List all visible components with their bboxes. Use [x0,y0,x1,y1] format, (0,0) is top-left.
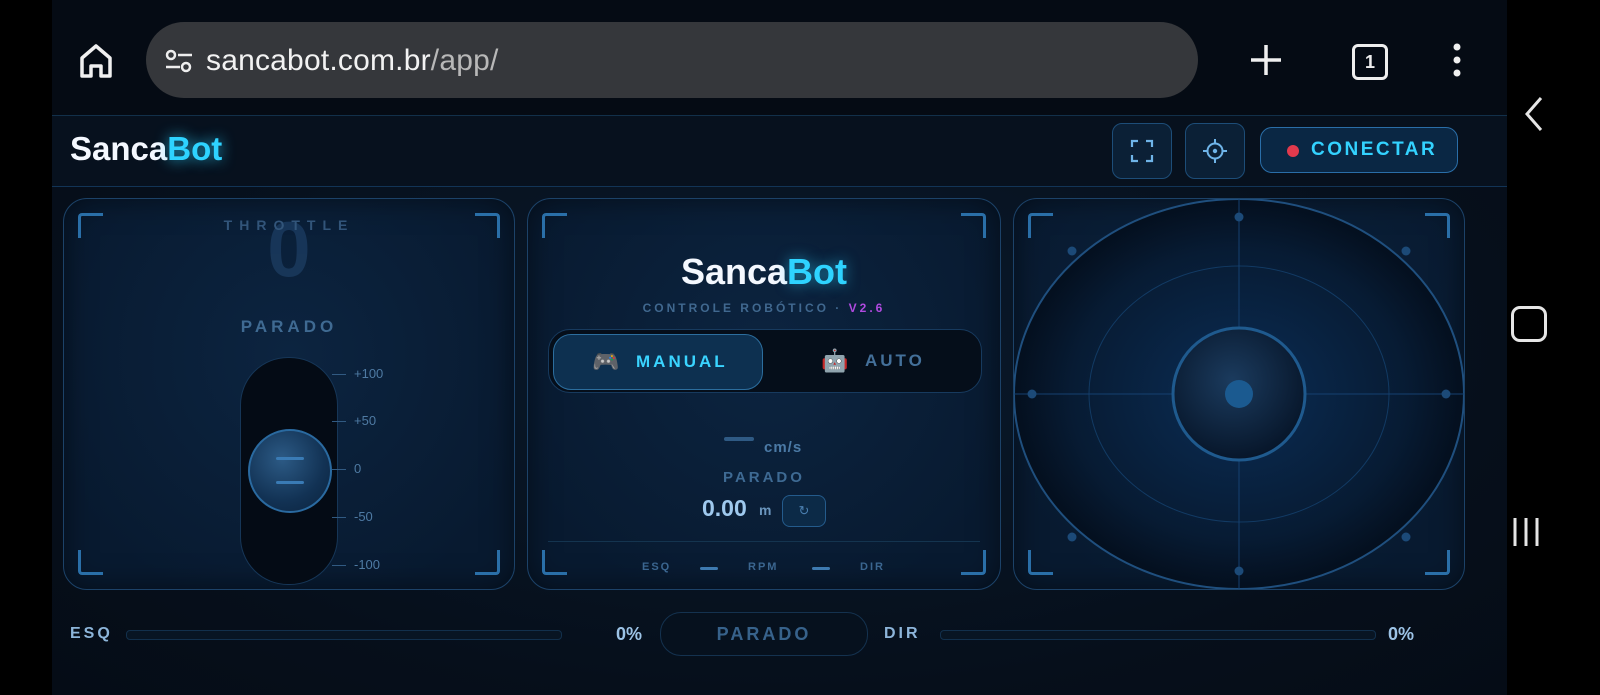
url-domain: sancabot.com.br [206,44,431,77]
site-settings-icon[interactable] [164,46,194,76]
app-root: SancaBot CONECTAR 0 THROTTLE PARADO +100… [52,115,1507,695]
browser-toolbar: sancabot.com.br/app/ 1 [52,0,1507,115]
fullscreen-icon [1130,139,1154,163]
mode-auto-button[interactable]: 🤖 AUTO [769,334,977,388]
connection-status-dot [1287,145,1299,157]
corner-decoration [78,550,103,575]
reset-icon: ↻ [798,503,810,518]
tick-mark [332,421,346,422]
center-logo-main: Sanca [680,251,788,292]
corner-decoration [961,213,986,238]
home-icon[interactable] [74,38,118,82]
speed-value-placeholder [724,437,754,441]
gamepad-icon: 🎮 [592,349,620,374]
crosshair-icon [1203,139,1227,163]
corner-decoration [961,550,986,575]
corner-decoration [1425,550,1450,575]
left-motor-bar [126,630,562,640]
rpm-right-value [812,567,830,570]
subtitle: CONTROLE ROBÓTICO · V2.6 [528,301,1000,315]
tick-label: +100 [354,366,384,381]
address-bar[interactable]: sancabot.com.br/app/ [146,22,1198,98]
speed-unit: cm/s [764,439,803,456]
mode-manual-label: MANUAL [636,352,728,371]
home-nav-icon[interactable] [1511,306,1547,342]
throttle-label: THROTTLE [223,217,355,233]
plus-icon[interactable] [1248,42,1284,78]
tick-label: +50 [354,413,377,428]
throttle-slider-knob[interactable] [248,429,332,513]
knob-grip-line [276,457,304,460]
url-text: sancabot.com.br/app/ [206,44,499,78]
bottom-status-badge: PARADO [660,612,868,656]
tick-mark [332,517,346,518]
corner-decoration [475,550,500,575]
distance-unit: m [759,502,772,518]
throttle-panel: 0 THROTTLE PARADO +100 +50 0 -50 -100 [63,198,515,590]
corner-decoration [1028,213,1053,238]
tick-mark [332,565,346,566]
knob-grip-line [276,481,304,484]
mode-manual-button[interactable]: 🎮 MANUAL [553,334,763,390]
right-motor-bar [940,630,1376,640]
right-motor-label: DIR [884,625,921,642]
version-label: V2.6 [848,301,886,315]
tick-label: -50 [354,509,373,524]
fullscreen-button[interactable] [1112,123,1172,179]
tick-label: 0 [354,461,362,476]
motion-status: PARADO [723,469,805,486]
divider [548,541,980,542]
url-path: /app/ [430,44,499,77]
status-panel: SancaBot CONTROLE ROBÓTICO · V2.6 🎮 MANU… [527,198,1001,590]
joystick-panel[interactable] [1013,198,1465,590]
connect-button[interactable]: CONECTAR [1260,127,1458,173]
corner-decoration [1028,550,1053,575]
calibrate-button[interactable] [1185,123,1245,179]
subtitle-text: CONTROLE ROBÓTICO · [642,301,843,315]
corner-decoration [542,550,567,575]
back-icon[interactable] [1521,94,1551,134]
app-header: SancaBot CONECTAR [52,116,1507,187]
rpm-right-label: DIR [860,561,885,573]
corner-decoration [1425,213,1450,238]
rpm-label: RPM [748,561,779,573]
app-logo: SancaBot [70,130,222,168]
tabs-icon[interactable]: 1 [1352,44,1388,80]
throttle-status: PARADO [240,317,338,336]
tick-mark [332,469,346,470]
corner-decoration [542,213,567,238]
reset-distance-button[interactable]: ↻ [782,495,826,527]
center-logo-accent: Bot [787,251,848,292]
android-nav-bar [1507,0,1600,694]
center-logo: SancaBot [528,251,1000,293]
left-motor-percent: 0% [616,624,643,644]
mode-toggle: 🎮 MANUAL 🤖 AUTO [548,329,982,393]
recents-icon[interactable] [1509,514,1543,550]
rpm-left-label: ESQ [642,561,672,573]
tick-mark [332,374,346,375]
bottom-status-text: PARADO [716,624,812,644]
logo-accent: Bot [167,130,223,167]
right-motor-percent: 0% [1388,624,1415,644]
tick-label: -100 [354,557,381,572]
robot-icon: 🤖 [821,348,849,373]
mode-auto-label: AUTO [865,351,925,370]
left-motor-label: ESQ [70,625,113,642]
distance-value: 0.00 [702,495,747,521]
rpm-left-value [700,567,718,570]
connect-label: CONECTAR [1311,139,1438,160]
more-vert-icon[interactable] [1447,42,1467,78]
logo-main: Sanca [70,130,168,167]
joystick-graphic [1014,199,1464,589]
